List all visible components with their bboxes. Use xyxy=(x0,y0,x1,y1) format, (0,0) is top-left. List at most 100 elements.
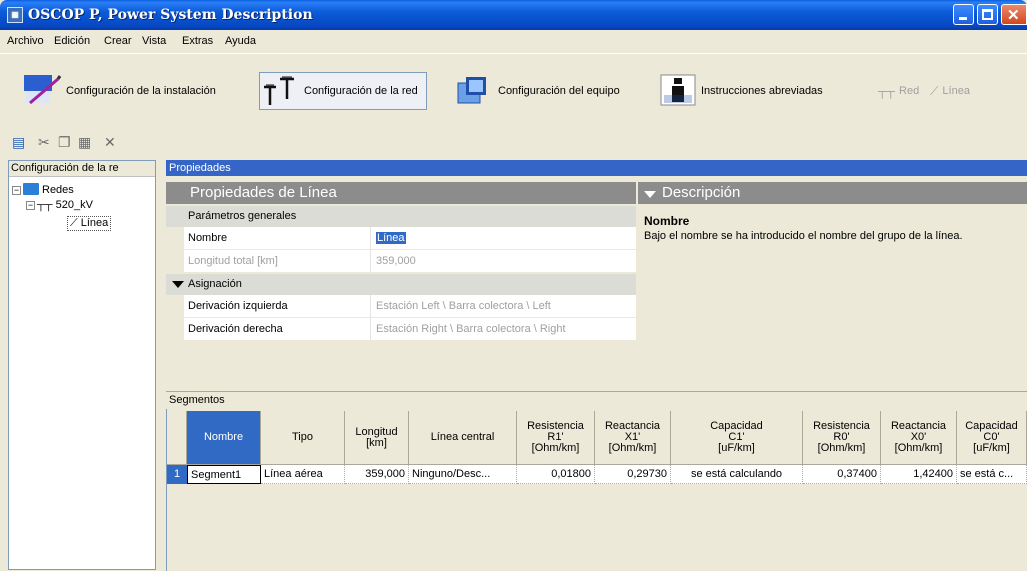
short-instructions-button[interactable]: Instrucciones abreviadas xyxy=(659,72,823,110)
network-button[interactable]: ┬┬ Red xyxy=(878,72,919,110)
cut-icon[interactable]: ✂ xyxy=(38,134,50,151)
tree-node-label: Redes xyxy=(42,184,74,196)
column-header-r1[interactable]: Resistencia R1' [Ohm/km] xyxy=(517,411,595,465)
column-header-label: Reactancia X0' [Ohm/km] xyxy=(890,420,947,454)
line-button[interactable]: ⟋ Línea xyxy=(930,72,970,110)
left-derivation-field[interactable]: Estación Left \ Barra colectora \ Left xyxy=(376,300,551,312)
title-bar[interactable]: ▦ OSCOP P, Power System Description ✕ xyxy=(0,0,1027,30)
minimize-icon xyxy=(959,17,967,20)
tree-header: Configuración de la re xyxy=(9,161,155,177)
close-icon: ✕ xyxy=(1007,7,1020,24)
property-row-length[interactable]: Longitud total [km] 359,000 xyxy=(184,250,636,273)
cell-linea-central[interactable]: Ninguno/Desc... xyxy=(409,465,517,484)
cell-c0[interactable]: se está c... xyxy=(957,465,1027,484)
menu-vista[interactable]: Vista xyxy=(142,35,166,47)
tree-node-linea[interactable]: ⟋ Línea xyxy=(67,216,112,231)
window-title: OSCOP P, Power System Description xyxy=(28,7,313,23)
network-icon: ┬┬ xyxy=(878,84,896,98)
maximize-button[interactable] xyxy=(977,4,998,25)
column-header-label: Capacidad C0' [uF/km] xyxy=(965,420,1018,454)
delete-icon[interactable]: ✕ xyxy=(104,134,116,151)
property-section-header: Propiedades de Línea xyxy=(166,182,636,204)
property-row-left-derivation[interactable]: Derivación izquierda Estación Left \ Bar… xyxy=(184,295,636,318)
right-derivation-field[interactable]: Estación Right \ Barra colectora \ Right xyxy=(376,323,566,335)
properties-title: Propiedades xyxy=(169,162,231,174)
column-header-tipo[interactable]: Tipo xyxy=(261,411,345,465)
property-row-name[interactable]: Nombre Línea xyxy=(184,227,636,250)
column-header-label: Capacidad C1' [uF/km] xyxy=(710,420,763,454)
column-header-x1[interactable]: Reactancia X1' [Ohm/km] xyxy=(595,411,671,465)
cell-longitud[interactable]: 359,000 xyxy=(345,465,409,484)
property-row-right-derivation[interactable]: Derivación derecha Estación Right \ Barr… xyxy=(184,318,636,341)
install-config-label: Configuración de la instalación xyxy=(66,85,216,97)
menu-ayuda[interactable]: Ayuda xyxy=(225,35,256,47)
column-header-label: Resistencia R1' [Ohm/km] xyxy=(527,420,584,454)
tree-node-redes[interactable]: − Redes xyxy=(12,183,74,196)
cell-nombre[interactable]: Segment1 xyxy=(187,465,261,484)
tree-node-520kv[interactable]: − ┬┬ 520_kV xyxy=(26,199,93,211)
column-header-x0[interactable]: Reactancia X0' [Ohm/km] xyxy=(881,411,957,465)
row-header-corner xyxy=(167,411,187,465)
column-header-r0[interactable]: Resistencia R0' [Ohm/km] xyxy=(803,411,881,465)
cell-c1[interactable]: se está calculando xyxy=(671,465,803,484)
menu-archivo[interactable]: Archivo xyxy=(7,35,44,47)
cell-x1[interactable]: 0,29730 xyxy=(595,465,671,484)
cell-tipo[interactable]: Línea aérea xyxy=(261,465,345,484)
cell-r0[interactable]: 0,37400 xyxy=(803,465,881,484)
network-icon: ┬┬ xyxy=(37,199,53,211)
menu-extras[interactable]: Extras xyxy=(182,35,213,47)
column-header-linea-central[interactable]: Línea central xyxy=(409,411,517,465)
minimize-button[interactable] xyxy=(953,4,974,25)
column-header-nombre[interactable]: Nombre xyxy=(187,411,261,465)
install-config-button[interactable]: Configuración de la instalación xyxy=(22,72,216,110)
column-header-label: Tipo xyxy=(292,431,313,443)
row-number[interactable]: 1 xyxy=(167,465,187,484)
info-icon xyxy=(659,73,697,110)
length-field: 359,000 xyxy=(376,255,416,267)
close-button[interactable]: ✕ xyxy=(1001,4,1027,25)
column-divider xyxy=(370,295,371,317)
collapse-icon[interactable]: − xyxy=(12,186,21,195)
network-config-button[interactable]: Configuración de la red xyxy=(259,72,427,110)
expand-triangle-icon[interactable] xyxy=(172,281,184,288)
column-header-c1[interactable]: Capacidad C1' [uF/km] xyxy=(671,411,803,465)
line-label: Línea xyxy=(942,85,970,97)
column-header-label: Resistencia R0' [Ohm/km] xyxy=(813,420,870,454)
maximize-icon xyxy=(982,9,993,20)
cell-x0[interactable]: 1,42400 xyxy=(881,465,957,484)
name-field[interactable]: Línea xyxy=(376,232,406,244)
description-title: Descripción xyxy=(662,184,741,201)
property-label: Nombre xyxy=(188,232,228,244)
properties-panel-header: Propiedades xyxy=(166,160,1027,176)
network-label: Red xyxy=(899,85,920,97)
column-header-longitud[interactable]: Longitud [km] xyxy=(345,411,409,465)
oscop-app-icon[interactable]: ▦ xyxy=(7,7,23,23)
edit-toolbar: ▤ ✂ ❐ ▦ ✕ xyxy=(0,126,1027,156)
description-header[interactable]: Descripción xyxy=(638,182,1027,204)
device-config-button[interactable]: Configuración del equipo xyxy=(454,72,620,110)
group-assignment-label: Asignación xyxy=(188,278,242,290)
group-general: Parámetros generales xyxy=(166,206,636,227)
tree-node-label: 520_kV xyxy=(55,199,93,211)
menu-crear[interactable]: Crear xyxy=(104,35,132,47)
cell-r1[interactable]: 0,01800 xyxy=(517,465,595,484)
print-icon[interactable]: ▤ xyxy=(12,134,25,151)
column-divider xyxy=(370,318,371,340)
expand-triangle-icon[interactable] xyxy=(644,191,656,198)
copy-icon[interactable]: ❐ xyxy=(58,134,71,151)
description-pane: Descripción Nombre Bajo el nombre se ha … xyxy=(638,182,1027,382)
properties-panel: Propiedades de Línea Parámetros generale… xyxy=(166,176,1027,386)
description-text: Bajo el nombre se ha introducido el nomb… xyxy=(644,230,963,242)
segments-title: Segmentos xyxy=(169,394,225,406)
line-icon: ⟋ xyxy=(930,83,939,98)
column-header-label: Nombre xyxy=(203,431,244,443)
paste-icon[interactable]: ▦ xyxy=(78,134,91,151)
short-instructions-label: Instrucciones abreviadas xyxy=(701,85,823,97)
collapse-icon[interactable]: − xyxy=(26,201,35,210)
column-header-c0[interactable]: Capacidad C0' [uF/km] xyxy=(957,411,1027,465)
menu-edicion[interactable]: Edición xyxy=(54,35,90,47)
group-assignment[interactable]: Asignación xyxy=(166,274,636,295)
segments-grid: Nombre Tipo Longitud [km] Línea central R… xyxy=(166,409,1027,571)
property-label: Derivación derecha xyxy=(188,323,283,335)
property-label: Longitud total [km] xyxy=(188,255,278,267)
